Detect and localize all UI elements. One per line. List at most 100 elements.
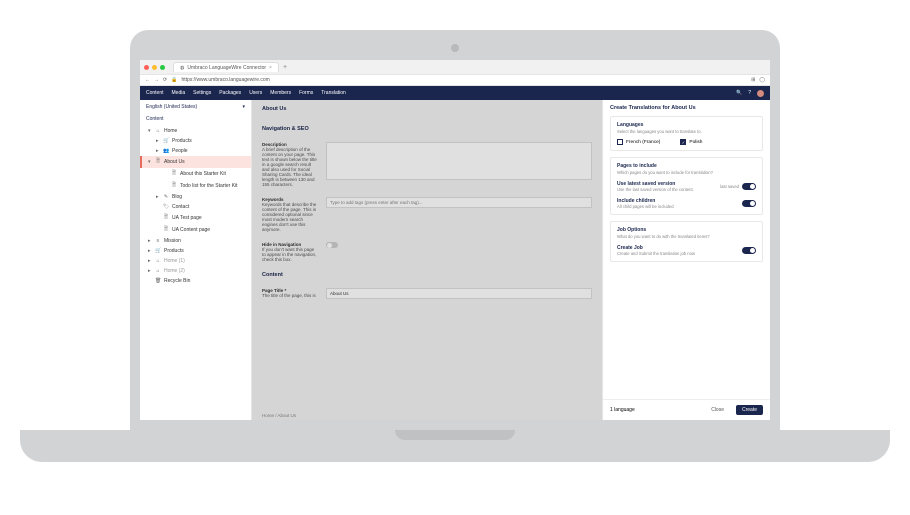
nav-translation[interactable]: Translation — [321, 90, 346, 96]
nav-packages[interactable]: Packages — [219, 90, 241, 96]
list-icon: ≡ — [155, 238, 161, 244]
caret-icon[interactable]: ▸ — [156, 194, 160, 200]
language-label: English (United States) — [146, 104, 197, 110]
tree-label: Home — [164, 128, 177, 134]
macos-window-controls[interactable] — [144, 65, 165, 70]
tree-label: Home (1) — [164, 258, 185, 264]
caret-icon[interactable]: ▸ — [156, 138, 160, 144]
url-text[interactable]: https://www.umbraco.languagewire.com — [181, 77, 269, 83]
cart-icon: 🛒 — [155, 248, 161, 254]
browser-address-bar: ← → ⟳ 🔒 https://www.umbraco.languagewire… — [140, 74, 770, 86]
checkbox-checked-icon[interactable]: ✓ — [680, 139, 686, 145]
caret-icon[interactable]: ▸ — [148, 268, 152, 274]
toggle-latest-version[interactable] — [742, 183, 756, 190]
avatar[interactable] — [757, 90, 764, 97]
language-count: 1 language — [610, 407, 635, 413]
tree-about-us[interactable]: ▾🗎About Us — [140, 156, 251, 168]
close-window-icon[interactable] — [144, 65, 149, 70]
search-icon[interactable]: 🔍 — [736, 90, 742, 96]
app-top-nav: Content Media Settings Packages Users Me… — [140, 86, 770, 100]
lang-option-french[interactable]: French (France) — [617, 139, 660, 145]
document-icon: 🗎 — [155, 158, 161, 166]
option-include-children: Include children All child pages will be… — [617, 198, 756, 209]
tab-title: Umbraco LanguageWire Connector — [187, 65, 266, 71]
trash-icon: 🗑 — [155, 278, 161, 284]
sidebar: English (United States) ▾ Content ▾⌂Home… — [140, 100, 252, 420]
tree-contact[interactable]: 🏷Contact — [140, 202, 251, 212]
toggle-create-job[interactable] — [742, 247, 756, 254]
caret-icon[interactable]: ▾ — [148, 159, 152, 165]
tree-home[interactable]: ▾⌂Home — [140, 126, 251, 136]
lock-icon: 🔒 — [171, 77, 177, 83]
reload-icon[interactable]: ⟳ — [163, 77, 167, 83]
card-title: Languages — [617, 122, 756, 128]
close-tab-icon[interactable]: × — [269, 65, 272, 71]
option-subtitle: Use the last saved version of the conten… — [617, 187, 720, 192]
globe-icon: ◍ — [180, 65, 184, 71]
nav-forms[interactable]: Forms — [299, 90, 313, 96]
language-selector[interactable]: English (United States) ▾ — [140, 100, 251, 114]
tree-mission[interactable]: ▸≡Mission — [140, 236, 251, 246]
tree-ua-test[interactable]: 🗎UA Test page — [140, 212, 251, 224]
tree-label: Contact — [172, 204, 189, 210]
create-button[interactable]: Create — [736, 405, 763, 415]
close-button[interactable]: Close — [705, 405, 730, 415]
forward-icon[interactable]: → — [154, 77, 159, 83]
maximize-window-icon[interactable] — [160, 65, 165, 70]
caret-icon[interactable]: ▸ — [148, 248, 152, 254]
caret-icon[interactable]: ▸ — [156, 148, 160, 154]
option-tag: last saved — [720, 184, 739, 189]
help-icon[interactable]: ? — [748, 90, 751, 96]
pages-card: Pages to include Which pages do you want… — [610, 157, 763, 215]
minimize-window-icon[interactable] — [152, 65, 157, 70]
tree-label: Mission — [164, 238, 181, 244]
lang-option-polish[interactable]: ✓ Polish — [680, 139, 702, 145]
tree-home-1[interactable]: ▸⌂Home (1) — [140, 256, 251, 266]
browser-tab[interactable]: ◍ Umbraco LanguageWire Connector × — [173, 62, 279, 72]
nav-members[interactable]: Members — [270, 90, 291, 96]
tree-products-root[interactable]: ▸🛒Products — [140, 246, 251, 256]
tag-icon: 🏷 — [163, 204, 169, 210]
document-icon: 🗎 — [171, 170, 177, 178]
extension-icon[interactable]: ⊞ — [751, 77, 755, 83]
nav-settings[interactable]: Settings — [193, 90, 211, 96]
tree-blog[interactable]: ▸✎Blog — [140, 192, 251, 202]
modal-overlay — [252, 100, 602, 420]
main-area: English (United States) ▾ Content ▾⌂Home… — [140, 100, 770, 420]
lang-label: Polish — [689, 140, 702, 145]
tree-label: Todo list for the Starter Kit — [180, 183, 238, 189]
tree-label: About Us — [164, 159, 185, 165]
caret-icon[interactable]: ▸ — [148, 258, 152, 264]
panel-footer: 1 language Close Create — [603, 399, 770, 420]
back-icon[interactable]: ← — [145, 77, 150, 83]
home-icon: ⌂ — [155, 128, 161, 134]
option-subtitle: Create and Submit the translation job no… — [617, 251, 742, 256]
nav-media[interactable]: Media — [172, 90, 186, 96]
caret-icon[interactable]: ▾ — [148, 128, 152, 134]
tree-about-starter-kit[interactable]: 🗎About this Starter Kit — [140, 168, 251, 180]
new-tab-button[interactable]: + — [283, 64, 287, 71]
tree-people[interactable]: ▸👥People — [140, 146, 251, 156]
browser-tabbar: ◍ Umbraco LanguageWire Connector × + — [140, 60, 770, 74]
edit-icon: ✎ — [163, 194, 169, 200]
tree-products[interactable]: ▸🛒Products — [140, 136, 251, 146]
laptop-base — [20, 430, 890, 462]
checkbox-icon[interactable] — [617, 139, 623, 145]
card-subtitle: Which pages do you want to include for t… — [617, 170, 756, 175]
editor: About Us Navigation & SEO Description A … — [252, 100, 602, 420]
tree-label: Recycle Bin — [164, 278, 190, 284]
panel-title: Create Translations for About Us — [603, 100, 770, 116]
tree-ua-content[interactable]: 🗎UA Content page — [140, 224, 251, 236]
nav-users[interactable]: Users — [249, 90, 262, 96]
nav-content[interactable]: Content — [146, 90, 164, 96]
job-card: Job Options What do you want to do with … — [610, 221, 763, 262]
caret-icon[interactable]: ▸ — [148, 238, 152, 244]
tree-recycle-bin[interactable]: 🗑Recycle Bin — [140, 276, 251, 286]
tree-label: UA Content page — [172, 227, 210, 233]
lang-label: French (France) — [626, 140, 660, 145]
toggle-include-children[interactable] — [742, 200, 756, 207]
option-create-job: Create Job Create and Submit the transla… — [617, 245, 756, 256]
profile-icon[interactable]: ◯ — [759, 77, 765, 83]
tree-home-2[interactable]: ▸⌂Home (2) — [140, 266, 251, 276]
tree-todo-starter-kit[interactable]: 🗎Todo list for the Starter Kit — [140, 180, 251, 192]
